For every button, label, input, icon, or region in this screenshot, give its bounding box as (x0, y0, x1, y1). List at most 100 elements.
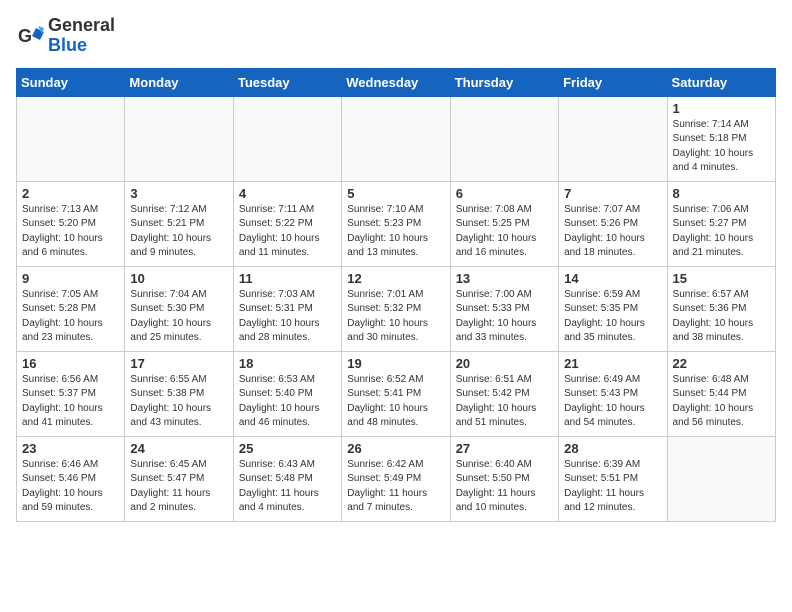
day-info: Sunrise: 6:51 AM Sunset: 5:42 PM Dayligh… (456, 373, 553, 431)
day-info: Sunrise: 6:46 AM Sunset: 5:46 PM Dayligh… (22, 458, 119, 516)
day-info: Sunrise: 7:01 AM Sunset: 5:32 PM Dayligh… (347, 288, 444, 346)
logo-icon: G (16, 22, 44, 50)
calendar-cell: 3Sunrise: 7:12 AM Sunset: 5:21 PM Daylig… (125, 181, 233, 266)
day-header-tuesday: Tuesday (233, 68, 341, 96)
day-number: 13 (456, 271, 553, 286)
calendar-cell (233, 96, 341, 181)
day-number: 5 (347, 186, 444, 201)
day-number: 25 (239, 441, 336, 456)
calendar-week-2: 2 Sunrise: 7:13 AM Sunset: 5:20 PM Daylig… (17, 181, 776, 266)
calendar-cell: 9Sunrise: 7:05 AM Sunset: 5:28 PM Daylig… (17, 266, 125, 351)
day-number: 28 (564, 441, 661, 456)
calendar-cell (125, 96, 233, 181)
day-info: Sunrise: 7:11 AM Sunset: 5:22 PM Dayligh… (239, 203, 336, 261)
day-number: 14 (564, 271, 661, 286)
calendar: SundayMondayTuesdayWednesdayThursdayFrid… (16, 68, 776, 522)
day-header-thursday: Thursday (450, 68, 558, 96)
calendar-cell: 8 Sunrise: 7:06 AM Sunset: 5:27 PM Daylig… (667, 181, 775, 266)
day-number: 19 (347, 356, 444, 371)
calendar-cell: 24 Sunrise: 6:45 AM Sunset: 5:47 PM Dayli… (125, 436, 233, 521)
calendar-cell (667, 436, 775, 521)
day-number: 16 (22, 356, 119, 371)
calendar-cell: 26 Sunrise: 6:42 AM Sunset: 5:49 PM Dayli… (342, 436, 450, 521)
day-number: 7 (564, 186, 661, 201)
day-number: 10 (130, 271, 227, 286)
day-info: Sunrise: 7:03 AM Sunset: 5:31 PM Dayligh… (239, 288, 336, 346)
day-info: Sunrise: 6:53 AM Sunset: 5:40 PM Dayligh… (239, 373, 336, 431)
day-info: Sunrise: 7:08 AM Sunset: 5:25 PM Dayligh… (456, 203, 553, 261)
day-info: Sunrise: 6:52 AM Sunset: 5:41 PM Dayligh… (347, 373, 444, 431)
day-info: Sunrise: 7:10 AM Sunset: 5:23 PM Dayligh… (347, 203, 444, 261)
day-header-monday: Monday (125, 68, 233, 96)
day-info: Sunrise: 7:07 AM Sunset: 5:26 PM Dayligh… (564, 203, 661, 261)
day-number: 22 (673, 356, 770, 371)
calendar-cell: 14Sunrise: 6:59 AM Sunset: 5:35 PM Dayli… (559, 266, 667, 351)
day-info: Sunrise: 6:40 AM Sunset: 5:50 PM Dayligh… (456, 458, 553, 516)
calendar-cell: 6Sunrise: 7:08 AM Sunset: 5:25 PM Daylig… (450, 181, 558, 266)
day-number: 20 (456, 356, 553, 371)
day-header-wednesday: Wednesday (342, 68, 450, 96)
calendar-cell: 25 Sunrise: 6:43 AM Sunset: 5:48 PM Dayli… (233, 436, 341, 521)
calendar-cell: 22 Sunrise: 6:48 AM Sunset: 5:44 PM Dayli… (667, 351, 775, 436)
calendar-cell (450, 96, 558, 181)
calendar-cell: 18 Sunrise: 6:53 AM Sunset: 5:40 PM Dayli… (233, 351, 341, 436)
calendar-cell (342, 96, 450, 181)
calendar-cell: 23Sunrise: 6:46 AM Sunset: 5:46 PM Dayli… (17, 436, 125, 521)
calendar-cell: 16 Sunrise: 6:56 AM Sunset: 5:37 PM Dayli… (17, 351, 125, 436)
header: G General Blue (16, 16, 776, 56)
calendar-week-4: 16 Sunrise: 6:56 AM Sunset: 5:37 PM Dayli… (17, 351, 776, 436)
calendar-cell: 7 Sunrise: 7:07 AM Sunset: 5:26 PM Daylig… (559, 181, 667, 266)
day-number: 15 (673, 271, 770, 286)
day-number: 21 (564, 356, 661, 371)
calendar-cell (17, 96, 125, 181)
day-number: 4 (239, 186, 336, 201)
logo: G General Blue (16, 16, 115, 56)
day-info: Sunrise: 7:13 AM Sunset: 5:20 PM Dayligh… (22, 203, 119, 261)
logo-text: General Blue (48, 16, 115, 56)
calendar-cell: 21 Sunrise: 6:49 AM Sunset: 5:43 PM Dayli… (559, 351, 667, 436)
day-number: 18 (239, 356, 336, 371)
calendar-cell: 27 Sunrise: 6:40 AM Sunset: 5:50 PM Dayli… (450, 436, 558, 521)
calendar-cell: 1 Sunrise: 7:14 AM Sunset: 5:18 PM Daylig… (667, 96, 775, 181)
day-number: 24 (130, 441, 227, 456)
calendar-cell (559, 96, 667, 181)
day-number: 27 (456, 441, 553, 456)
day-header-sunday: Sunday (17, 68, 125, 96)
day-number: 1 (673, 101, 770, 116)
calendar-header-row: SundayMondayTuesdayWednesdayThursdayFrid… (17, 68, 776, 96)
day-info: Sunrise: 7:05 AM Sunset: 5:28 PM Dayligh… (22, 288, 119, 346)
calendar-cell: 2 Sunrise: 7:13 AM Sunset: 5:20 PM Daylig… (17, 181, 125, 266)
day-header-saturday: Saturday (667, 68, 775, 96)
day-number: 26 (347, 441, 444, 456)
day-number: 8 (673, 186, 770, 201)
day-info: Sunrise: 6:57 AM Sunset: 5:36 PM Dayligh… (673, 288, 770, 346)
calendar-week-3: 9Sunrise: 7:05 AM Sunset: 5:28 PM Daylig… (17, 266, 776, 351)
calendar-cell: 13Sunrise: 7:00 AM Sunset: 5:33 PM Dayli… (450, 266, 558, 351)
svg-text:G: G (18, 26, 32, 46)
day-header-friday: Friday (559, 68, 667, 96)
calendar-cell: 20 Sunrise: 6:51 AM Sunset: 5:42 PM Dayli… (450, 351, 558, 436)
calendar-cell: 17 Sunrise: 6:55 AM Sunset: 5:38 PM Dayli… (125, 351, 233, 436)
calendar-week-1: 1 Sunrise: 7:14 AM Sunset: 5:18 PM Daylig… (17, 96, 776, 181)
calendar-cell: 10Sunrise: 7:04 AM Sunset: 5:30 PM Dayli… (125, 266, 233, 351)
day-number: 11 (239, 271, 336, 286)
day-number: 2 (22, 186, 119, 201)
day-info: Sunrise: 6:49 AM Sunset: 5:43 PM Dayligh… (564, 373, 661, 431)
day-info: Sunrise: 7:12 AM Sunset: 5:21 PM Dayligh… (130, 203, 227, 261)
day-info: Sunrise: 6:48 AM Sunset: 5:44 PM Dayligh… (673, 373, 770, 431)
day-info: Sunrise: 6:45 AM Sunset: 5:47 PM Dayligh… (130, 458, 227, 516)
day-info: Sunrise: 6:43 AM Sunset: 5:48 PM Dayligh… (239, 458, 336, 516)
day-number: 12 (347, 271, 444, 286)
calendar-cell: 19 Sunrise: 6:52 AM Sunset: 5:41 PM Dayli… (342, 351, 450, 436)
day-info: Sunrise: 6:55 AM Sunset: 5:38 PM Dayligh… (130, 373, 227, 431)
calendar-cell: 5 Sunrise: 7:10 AM Sunset: 5:23 PM Daylig… (342, 181, 450, 266)
calendar-cell: 11 Sunrise: 7:03 AM Sunset: 5:31 PM Dayli… (233, 266, 341, 351)
calendar-cell: 4 Sunrise: 7:11 AM Sunset: 5:22 PM Daylig… (233, 181, 341, 266)
day-info: Sunrise: 7:14 AM Sunset: 5:18 PM Dayligh… (673, 118, 770, 176)
day-info: Sunrise: 7:06 AM Sunset: 5:27 PM Dayligh… (673, 203, 770, 261)
calendar-cell: 12 Sunrise: 7:01 AM Sunset: 5:32 PM Dayli… (342, 266, 450, 351)
day-info: Sunrise: 6:42 AM Sunset: 5:49 PM Dayligh… (347, 458, 444, 516)
calendar-week-5: 23Sunrise: 6:46 AM Sunset: 5:46 PM Dayli… (17, 436, 776, 521)
day-info: Sunrise: 6:56 AM Sunset: 5:37 PM Dayligh… (22, 373, 119, 431)
day-number: 17 (130, 356, 227, 371)
